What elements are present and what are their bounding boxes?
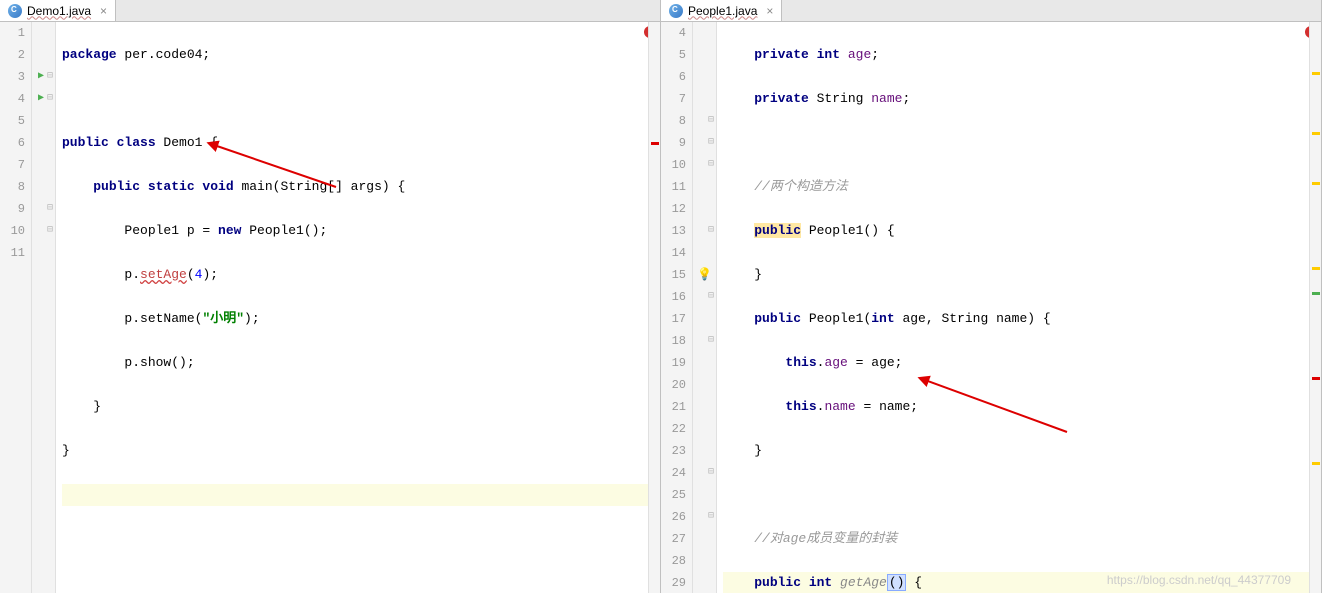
left-tab-bar: Demo1.java × bbox=[0, 0, 660, 22]
line-gutter: 1234567891011 bbox=[0, 22, 32, 593]
right-editor-pane: People1.java × 4567891011121314151617181… bbox=[661, 0, 1322, 593]
code-area[interactable]: private int age; private String name; //… bbox=[717, 22, 1309, 593]
tab-title: Demo1.java bbox=[27, 4, 91, 18]
fold-icon[interactable]: ⊟ bbox=[708, 132, 714, 154]
error-stripe[interactable] bbox=[1309, 22, 1321, 593]
line-gutter: 4567891011121314151617181920212223242526… bbox=[661, 22, 693, 593]
fold-icon[interactable]: ⊟ bbox=[47, 198, 53, 220]
close-icon[interactable]: × bbox=[100, 4, 107, 18]
icon-gutter: ⊟ ⊟ ⊟ ⊟ 💡 ⊟ ⊟ ⊟ ⊟ bbox=[693, 22, 717, 593]
close-icon[interactable]: × bbox=[766, 4, 773, 18]
fold-icon[interactable]: ⊟ bbox=[708, 506, 714, 528]
java-class-icon bbox=[8, 4, 22, 18]
fold-icon[interactable]: ⊟ bbox=[708, 330, 714, 352]
code-area[interactable]: package per.code04; public class Demo1 {… bbox=[56, 22, 648, 593]
left-editor-pane: Demo1.java × 1234567891011 ▶ ▶ ⊟ ⊟ ⊟ ⊟ p… bbox=[0, 0, 661, 593]
run-icon[interactable]: ▶ bbox=[38, 88, 44, 110]
lightbulb-icon[interactable]: 💡 bbox=[697, 264, 712, 286]
fold-icon[interactable]: ⊟ bbox=[47, 88, 53, 110]
fold-icon[interactable]: ⊟ bbox=[708, 286, 714, 308]
java-class-icon bbox=[669, 4, 683, 18]
right-tab-bar: People1.java × bbox=[661, 0, 1321, 22]
fold-icon[interactable]: ⊟ bbox=[708, 220, 714, 242]
right-editor[interactable]: 4567891011121314151617181920212223242526… bbox=[661, 22, 1321, 593]
fold-icon[interactable]: ⊟ bbox=[47, 66, 53, 88]
error-stripe[interactable] bbox=[648, 22, 660, 593]
tab-title: People1.java bbox=[688, 4, 757, 18]
fold-icon[interactable]: ⊟ bbox=[708, 154, 714, 176]
watermark: https://blog.csdn.net/qq_44377709 bbox=[1107, 573, 1291, 587]
fold-icon[interactable]: ⊟ bbox=[708, 462, 714, 484]
fold-icon[interactable]: ⊟ bbox=[47, 220, 53, 242]
run-icon[interactable]: ▶ bbox=[38, 66, 44, 88]
fold-icon[interactable]: ⊟ bbox=[708, 110, 714, 132]
icon-gutter: ▶ ▶ ⊟ ⊟ ⊟ ⊟ bbox=[32, 22, 56, 593]
left-editor[interactable]: 1234567891011 ▶ ▶ ⊟ ⊟ ⊟ ⊟ package per.co… bbox=[0, 22, 660, 593]
tab-demo1[interactable]: Demo1.java × bbox=[0, 0, 116, 21]
tab-people1[interactable]: People1.java × bbox=[661, 0, 782, 21]
